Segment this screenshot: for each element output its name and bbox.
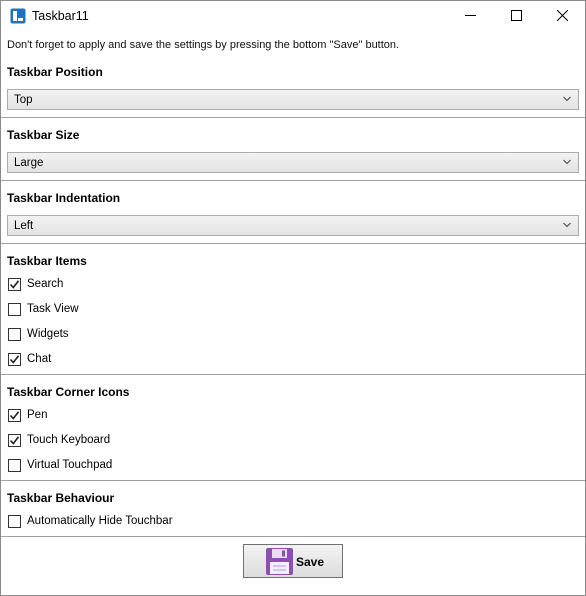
size-select-value: Large	[14, 157, 44, 169]
position-select-value: Top	[14, 94, 33, 106]
checkbox-label: Touch Keyboard	[27, 434, 111, 446]
size-select[interactable]: Large	[7, 152, 579, 173]
checkbox-label: Chat	[27, 353, 52, 365]
checkbox-label: Pen	[27, 409, 48, 421]
taskbar-app-icon	[10, 8, 26, 24]
minimize-icon	[465, 15, 476, 16]
checkmark-icon	[10, 436, 19, 445]
indentation-select[interactable]: Left	[7, 215, 579, 236]
section-divider	[1, 117, 585, 118]
save-button-label: Save	[296, 555, 325, 569]
checkmark-icon	[10, 411, 19, 420]
indentation-select-value: Left	[14, 220, 34, 232]
maximize-button[interactable]	[493, 1, 539, 31]
floppy-disk-icon	[265, 547, 294, 576]
chevron-down-icon	[563, 96, 571, 102]
checkbox-label: Widgets	[27, 328, 69, 340]
minimize-button[interactable]	[447, 1, 493, 31]
maximize-icon	[511, 10, 522, 21]
checkbox-label: Virtual Touchpad	[27, 459, 113, 471]
section-divider	[1, 180, 585, 181]
section-divider	[1, 536, 585, 537]
app-window: Taskbar11 Don't forget to apply and save…	[0, 0, 586, 596]
chevron-down-icon	[563, 159, 571, 165]
close-icon	[557, 10, 568, 21]
checkbox-label: Search	[27, 278, 64, 290]
checkmark-icon	[10, 280, 19, 289]
checkbox-label: Automatically Hide Touchbar	[27, 515, 173, 527]
section-divider	[1, 480, 585, 481]
checkbox-box[interactable]	[8, 434, 21, 447]
chevron-down-icon	[563, 222, 571, 228]
close-button[interactable]	[539, 1, 585, 31]
section-title-items: Taskbar Items	[7, 254, 87, 268]
section-divider	[1, 374, 585, 375]
checkbox-box[interactable]	[8, 459, 21, 472]
section-title-behaviour: Taskbar Behaviour	[7, 491, 115, 505]
checkbox-box[interactable]	[8, 353, 21, 366]
checkbox-box[interactable]	[8, 303, 21, 316]
checkmark-icon	[10, 355, 19, 364]
checkbox-box[interactable]	[8, 409, 21, 422]
save-reminder-text: Don't forget to apply and save the setti…	[7, 39, 400, 51]
section-divider	[1, 243, 585, 244]
checkbox-box[interactable]	[8, 328, 21, 341]
section-title-indentation: Taskbar Indentation	[7, 191, 121, 205]
title-bar[interactable]: Taskbar11	[1, 1, 585, 31]
checkbox-box[interactable]	[8, 515, 21, 528]
section-title-position: Taskbar Position	[7, 65, 103, 79]
section-title-corner-icons: Taskbar Corner Icons	[7, 385, 130, 399]
window-title: Taskbar11	[32, 9, 89, 23]
section-title-size: Taskbar Size	[7, 128, 80, 142]
checkbox-label: Task View	[27, 303, 79, 315]
position-select[interactable]: Top	[7, 89, 579, 110]
save-button[interactable]: Save	[243, 544, 343, 578]
checkbox-box[interactable]	[8, 278, 21, 291]
